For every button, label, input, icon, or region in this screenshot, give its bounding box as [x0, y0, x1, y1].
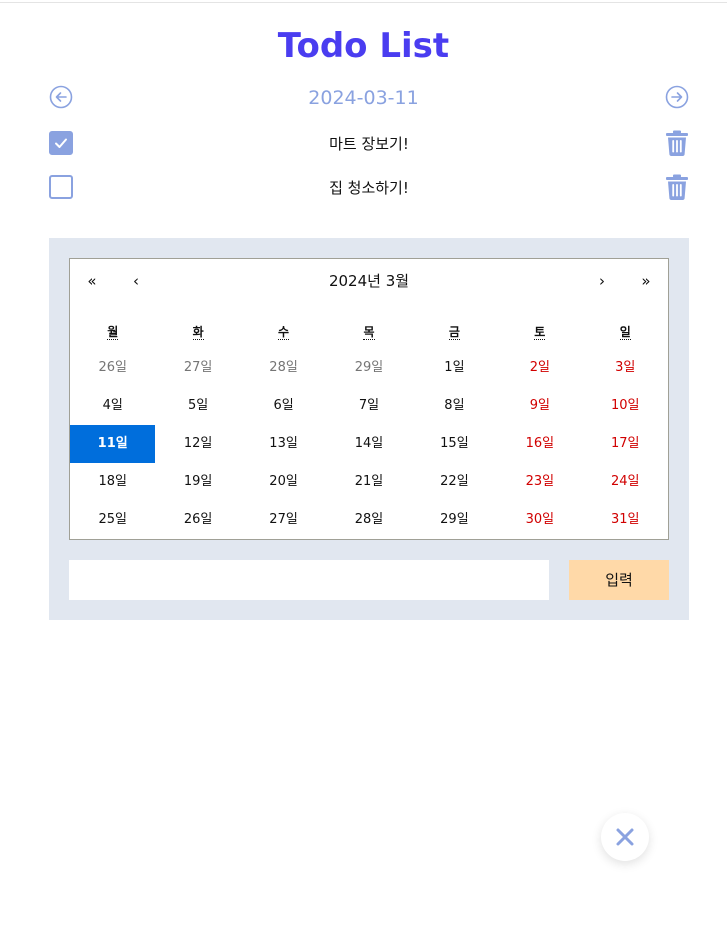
- calendar-day[interactable]: 15일: [412, 425, 497, 463]
- calendar-day[interactable]: 30일: [497, 501, 582, 539]
- trash-icon: [666, 174, 688, 200]
- calendar-panel: « ‹ 2024년 3월 › » 월 화 수 목 금 토 일 26일 27일 28일…: [49, 238, 689, 620]
- calendar-day[interactable]: 22일: [412, 463, 497, 501]
- prev-month-button[interactable]: ‹: [114, 269, 158, 293]
- next-year-button[interactable]: »: [624, 269, 668, 293]
- prev-year-button[interactable]: «: [70, 269, 114, 293]
- next-month-button[interactable]: ›: [580, 269, 624, 293]
- todo-text: 마트 장보기!: [49, 133, 689, 154]
- calendar: « ‹ 2024년 3월 › » 월 화 수 목 금 토 일 26일 27일 28일…: [69, 258, 669, 540]
- weekday-text: 토: [534, 325, 546, 340]
- weekday-header: 월 화 수 목 금 토 일: [70, 323, 668, 343]
- weekday-label: 월: [70, 323, 155, 343]
- calendar-day[interactable]: 28일: [326, 501, 411, 539]
- arrow-right-circle-icon: [665, 85, 689, 109]
- calendar-navigation: « ‹ 2024년 3월 › »: [70, 259, 668, 303]
- calendar-month-label[interactable]: 2024년 3월: [158, 269, 580, 293]
- todo-input[interactable]: [69, 560, 549, 600]
- calendar-day[interactable]: 31일: [583, 501, 668, 539]
- calendar-day[interactable]: 27일: [155, 349, 240, 387]
- todo-text: 집 청소하기!: [49, 177, 689, 198]
- weekday-text: 일: [619, 325, 631, 340]
- next-day-button[interactable]: [665, 85, 689, 109]
- calendar-day[interactable]: 14일: [326, 425, 411, 463]
- current-date: 2024-03-11: [308, 87, 419, 109]
- calendar-day[interactable]: 11일: [70, 425, 156, 463]
- delete-todo-button[interactable]: [665, 130, 689, 156]
- weekday-label: 토: [497, 323, 582, 343]
- weekday-label: 목: [326, 323, 411, 343]
- calendar-day[interactable]: 2일: [497, 349, 582, 387]
- calendar-day[interactable]: 19일: [155, 463, 240, 501]
- todo-item: 마트 장보기!: [49, 130, 689, 156]
- top-divider: [0, 2, 727, 3]
- weekday-label: 일: [583, 323, 668, 343]
- close-icon: [616, 828, 634, 846]
- weekday-text: 금: [448, 325, 460, 340]
- weekday-text: 수: [278, 325, 290, 340]
- page-title: Todo List: [277, 26, 450, 66]
- calendar-day[interactable]: 25일: [70, 501, 155, 539]
- calendar-day[interactable]: 3일: [583, 349, 668, 387]
- calendar-day[interactable]: 10일: [583, 387, 668, 425]
- calendar-day[interactable]: 13일: [241, 425, 326, 463]
- trash-icon: [666, 130, 688, 156]
- calendar-day[interactable]: 6일: [241, 387, 326, 425]
- calendar-day[interactable]: 20일: [241, 463, 326, 501]
- calendar-day[interactable]: 5일: [155, 387, 240, 425]
- calendar-day[interactable]: 1일: [412, 349, 497, 387]
- calendar-day[interactable]: 23일: [497, 463, 582, 501]
- calendar-day[interactable]: 18일: [70, 463, 155, 501]
- calendar-day[interactable]: 7일: [326, 387, 411, 425]
- submit-button[interactable]: 입력: [569, 560, 669, 600]
- weekday-text: 목: [363, 325, 375, 340]
- weekday-label: 수: [241, 323, 326, 343]
- calendar-day[interactable]: 28일: [241, 349, 326, 387]
- calendar-day[interactable]: 17일: [583, 425, 668, 463]
- calendar-day[interactable]: 26일: [155, 501, 240, 539]
- weekday-text: 화: [192, 325, 204, 340]
- calendar-day[interactable]: 29일: [326, 349, 411, 387]
- calendar-day[interactable]: 26일: [70, 349, 155, 387]
- calendar-day[interactable]: 9일: [497, 387, 582, 425]
- calendar-day[interactable]: 8일: [412, 387, 497, 425]
- delete-todo-button[interactable]: [665, 174, 689, 200]
- calendar-day[interactable]: 12일: [155, 425, 240, 463]
- calendar-day[interactable]: 24일: [583, 463, 668, 501]
- calendar-days-grid: 26일 27일 28일 29일 1일 2일 3일 4일 5일 6일 7일 8일 9일 10일 11일 12일 1…: [70, 349, 668, 539]
- weekday-label: 금: [412, 323, 497, 343]
- calendar-day[interactable]: 21일: [326, 463, 411, 501]
- calendar-day[interactable]: 16일: [497, 425, 582, 463]
- todo-label: 마트 장보기!: [329, 135, 409, 153]
- weekday-text: 월: [107, 325, 119, 340]
- todo-item: 집 청소하기!: [49, 174, 689, 200]
- close-button[interactable]: [601, 813, 649, 861]
- todo-label: 집 청소하기!: [329, 179, 409, 197]
- weekday-label: 화: [155, 323, 240, 343]
- calendar-day[interactable]: 27일: [241, 501, 326, 539]
- calendar-day[interactable]: 29일: [412, 501, 497, 539]
- calendar-day[interactable]: 4일: [70, 387, 155, 425]
